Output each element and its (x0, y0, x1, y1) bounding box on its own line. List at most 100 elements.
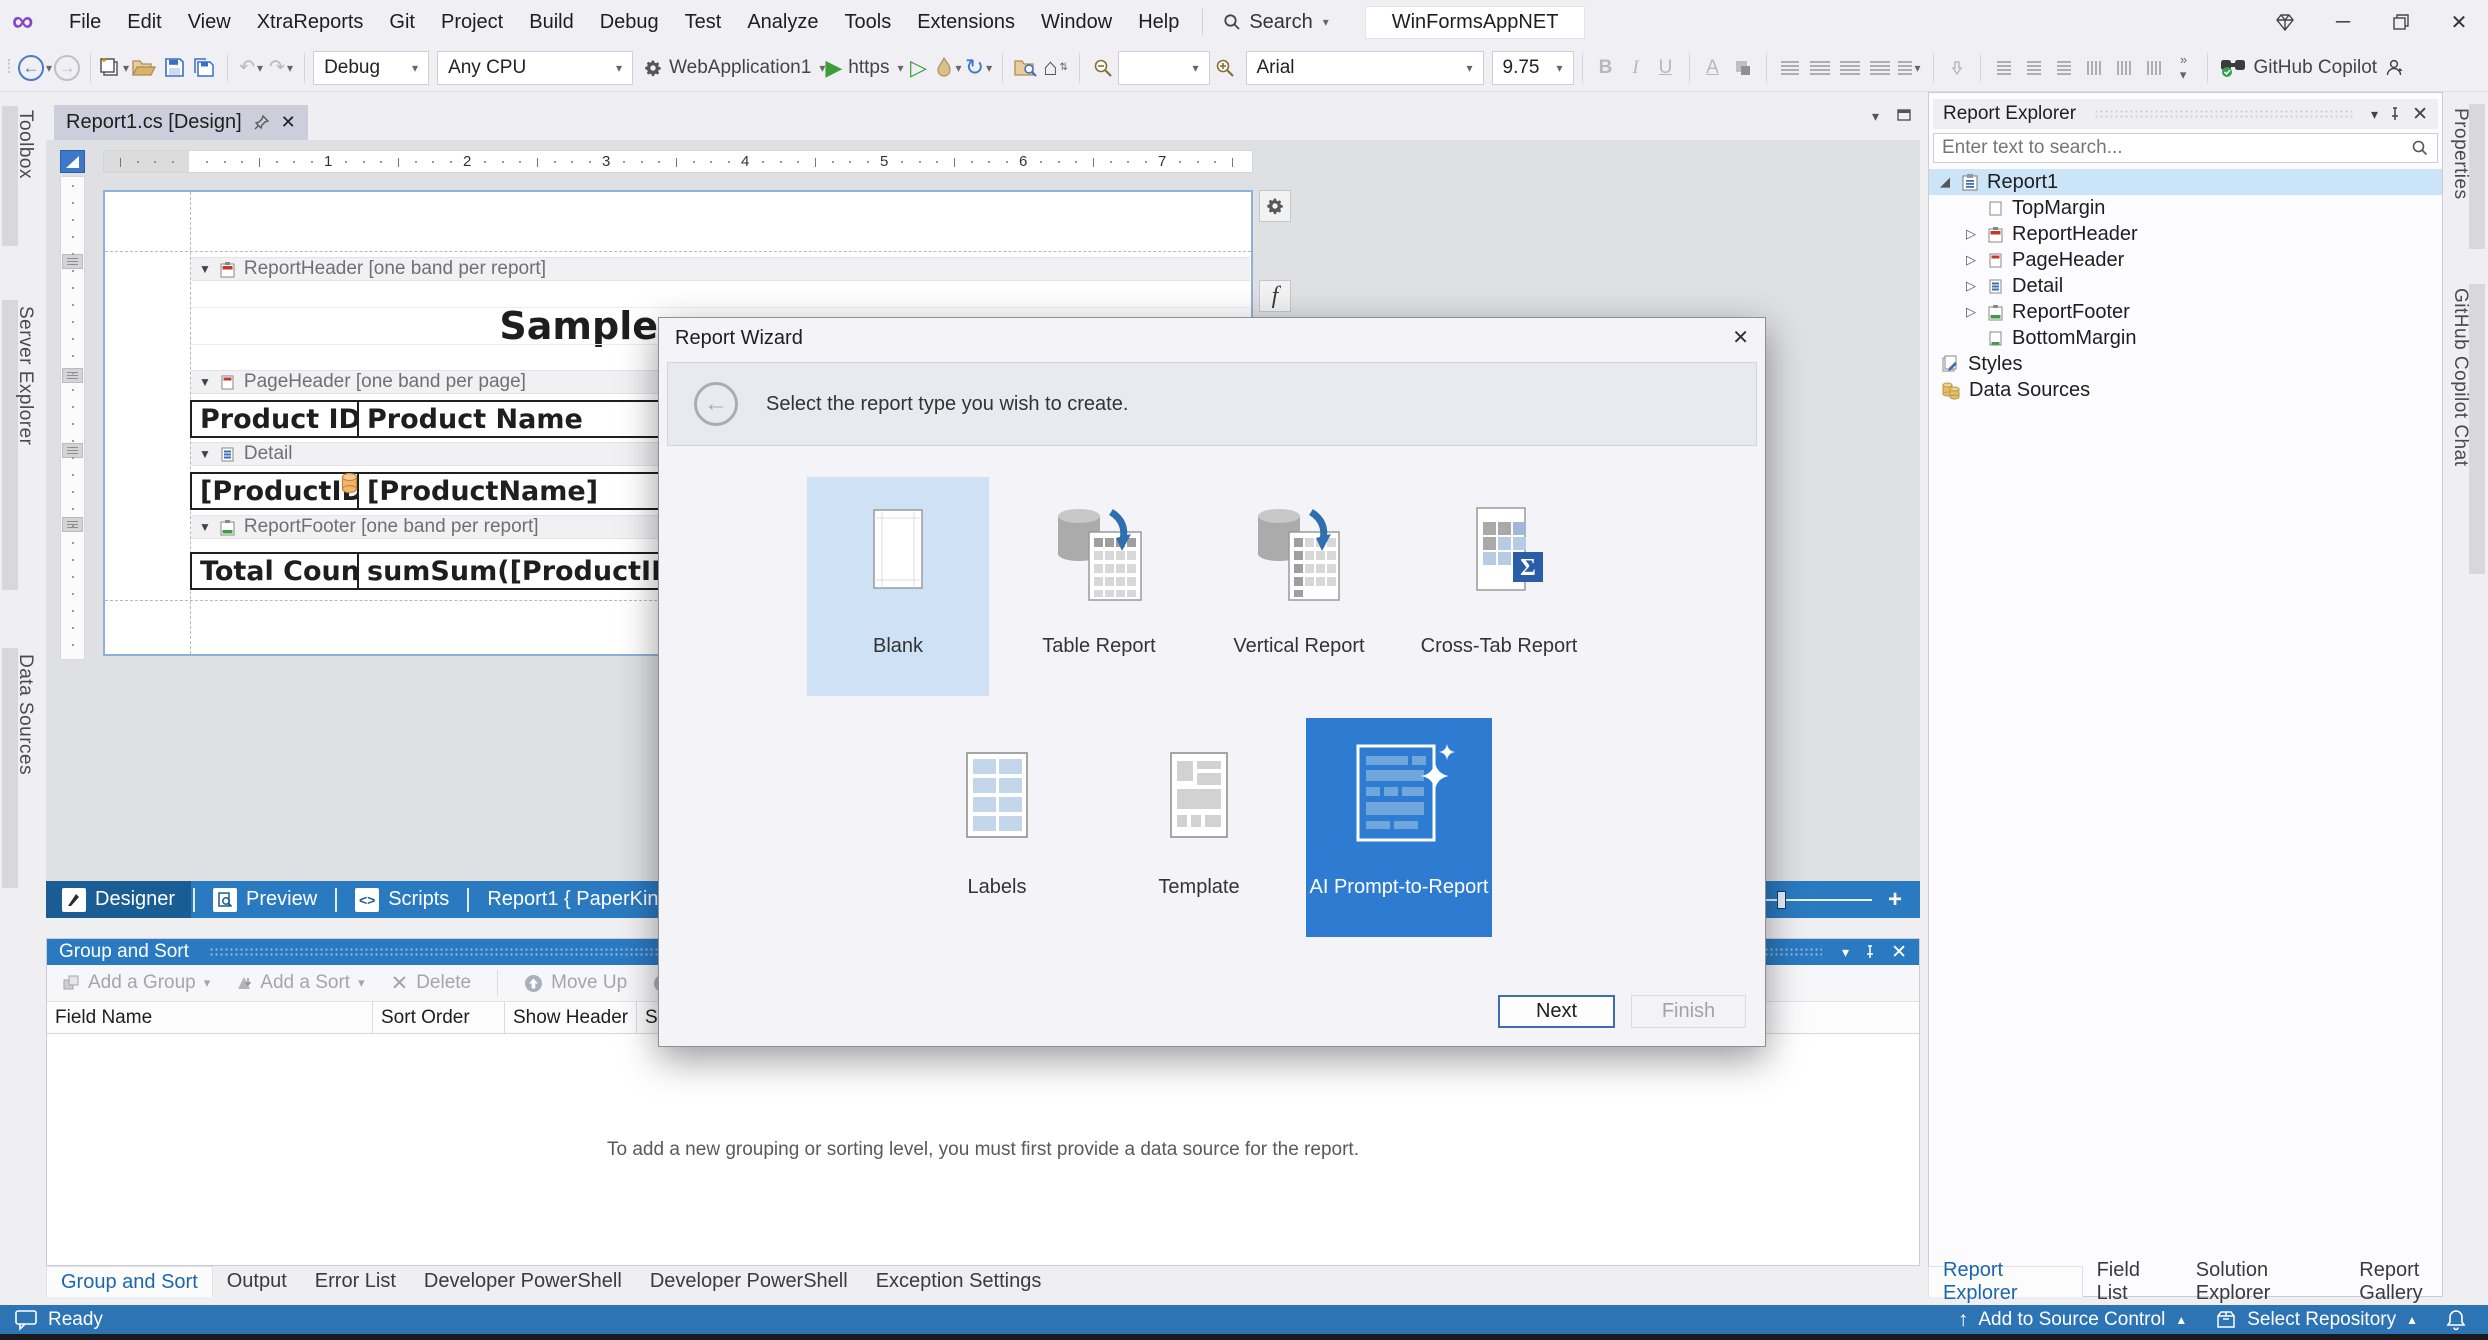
menu-item[interactable]: Git (376, 0, 428, 44)
close-tab-icon[interactable]: ✕ (281, 112, 296, 133)
scripts-formula-button[interactable]: f (1259, 280, 1291, 312)
menu-item[interactable]: Test (672, 0, 735, 44)
band-resize-handle[interactable] (62, 368, 83, 383)
table-cell[interactable]: [ProductID] (190, 472, 359, 510)
search-control[interactable]: Search ▾ (1213, 11, 1338, 34)
expander-icon[interactable]: ◢ (1937, 174, 1953, 190)
line-spacing-button[interactable]: ▾ (1895, 51, 1925, 85)
band-resize-handle[interactable] (62, 443, 83, 458)
add-group-button[interactable]: Add a Group▾ (63, 972, 210, 994)
align-bottoms-button[interactable] (2139, 51, 2169, 85)
bottom-tab-output[interactable]: Output (213, 1266, 301, 1297)
font-size-dropdown[interactable]: 9.75▾ (1492, 51, 1574, 85)
tree-item-bottommargin[interactable]: BottomMargin (1929, 325, 2442, 351)
sidebar-tab-properties[interactable]: Properties (2449, 108, 2471, 200)
close-button[interactable]: ✕ (2430, 0, 2488, 44)
report-type-vertical-report[interactable]: Vertical Report (1208, 477, 1390, 696)
tree-item-data-sources[interactable]: Data Sources (1929, 377, 2442, 403)
tree-item-reportheader[interactable]: ▷ ReportHeader (1929, 221, 2442, 247)
bottom-tab-error-list[interactable]: Error List (301, 1266, 410, 1297)
startup-project-dropdown[interactable]: WebApplication1▾ (643, 51, 825, 85)
align-middles-button[interactable] (2109, 51, 2139, 85)
horizontal-ruler[interactable]: 1234567 (103, 150, 1253, 173)
align-lefts-button[interactable] (1989, 51, 2019, 85)
tab-designer[interactable]: Designer (46, 881, 191, 918)
pin-icon[interactable] (1863, 945, 1877, 959)
align-left-button[interactable] (1775, 51, 1805, 85)
tree-item-pageheader[interactable]: ▷ PageHeader (1929, 247, 2442, 273)
menu-item[interactable]: File (56, 0, 114, 44)
report-type-cross-tab-report[interactable]: Σ Cross-Tab Report (1408, 477, 1590, 696)
tab-scripts[interactable]: <> Scripts (339, 881, 465, 918)
zoom-in-button[interactable]: + (1888, 886, 1902, 914)
menu-item[interactable]: Window (1028, 0, 1125, 44)
collapse-icon[interactable]: ▼ (199, 375, 211, 389)
bold-button[interactable]: B (1591, 51, 1621, 85)
tree-item-report1[interactable]: ◢ Report1 (1929, 169, 2442, 195)
home-button[interactable]: ⌂⇅ (1041, 51, 1071, 85)
float-window-icon[interactable] (1896, 106, 1913, 123)
menu-item[interactable]: Debug (587, 0, 672, 44)
sidebar-tab-github-copilot-chat[interactable]: GitHub Copilot Chat (2449, 288, 2471, 466)
document-tab[interactable]: Report1.cs [Design] ✕ (54, 105, 308, 140)
table-cell[interactable]: Product ID (190, 400, 359, 438)
menu-item[interactable]: Help (1125, 0, 1192, 44)
back-button[interactable]: ← (694, 382, 738, 426)
bottom-tab-developer-powershell-2[interactable]: Developer PowerShell (636, 1266, 862, 1297)
pin-layout-button[interactable] (1942, 51, 1972, 85)
menu-item[interactable]: Analyze (734, 0, 831, 44)
explorer-search-box[interactable] (1933, 133, 2438, 163)
align-tops-button[interactable] (2079, 51, 2109, 85)
expander-icon[interactable]: ▷ (1963, 304, 1979, 320)
table-cell[interactable]: Total Count: (190, 552, 359, 590)
bottom-tab-developer-powershell-1[interactable]: Developer PowerShell (410, 1266, 636, 1297)
field-binding-icon[interactable] (341, 473, 358, 494)
bottom-tab-report-gallery[interactable]: Report Gallery (2345, 1266, 2488, 1297)
save-all-button[interactable] (189, 51, 219, 85)
tab-list-dropdown-icon[interactable]: ▾ (1872, 108, 1879, 125)
expander-icon[interactable]: ▷ (1963, 252, 1979, 268)
expander-icon[interactable]: ▷ (1963, 226, 1979, 242)
menu-item[interactable]: View (175, 0, 244, 44)
menu-item[interactable]: Edit (114, 0, 174, 44)
zoom-level-dropdown[interactable]: ▾ (1118, 51, 1210, 85)
search-icon[interactable] (2411, 139, 2429, 157)
align-right-button[interactable] (1835, 51, 1865, 85)
finish-button[interactable]: Finish (1631, 995, 1746, 1028)
bottom-tab-report-explorer[interactable]: Report Explorer (1928, 1266, 2083, 1297)
search-input[interactable] (1934, 137, 2411, 159)
open-file-button[interactable] (129, 51, 159, 85)
dialog-close-button[interactable]: ✕ (1732, 325, 1749, 350)
column-header[interactable]: Show Header (505, 1002, 637, 1033)
bottom-tab-solution-explorer[interactable]: Solution Explorer (2182, 1266, 2346, 1297)
hot-reload-button[interactable]: ▾ (934, 51, 964, 85)
bottom-tab-group-and-sort[interactable]: Group and Sort (46, 1266, 213, 1297)
expander-icon[interactable]: ▷ (1963, 278, 1979, 294)
add-to-source-control-button[interactable]: ↑ Add to Source Control ▲ (1944, 1308, 2201, 1332)
align-justify-button[interactable] (1865, 51, 1895, 85)
band-resize-handle[interactable] (62, 254, 83, 269)
column-header[interactable]: Sort Order (373, 1002, 505, 1033)
tab-preview[interactable]: Preview (197, 881, 333, 918)
add-sort-button[interactable]: Add a Sort▾ (236, 972, 364, 994)
solution-configuration-dropdown[interactable]: Debug▾ (313, 51, 429, 85)
pin-icon[interactable] (2388, 107, 2402, 121)
align-rights-button[interactable] (2049, 51, 2079, 85)
window-position-dropdown-icon[interactable]: ▾ (2371, 106, 2378, 123)
menu-item[interactable]: XtraReports (244, 0, 377, 44)
start-debugging-button[interactable]: ▶https▾ (825, 51, 903, 85)
move-up-button[interactable]: Move Up (524, 972, 627, 994)
tree-item-topmargin[interactable]: TopMargin (1929, 195, 2442, 221)
tree-item-reportfooter[interactable]: ▷ ReportFooter (1929, 299, 2442, 325)
tree-item-detail[interactable]: ▷ Detail (1929, 273, 2442, 299)
toolbar-overflow-button[interactable]: »▾ (2169, 51, 2199, 85)
sidebar-tab-toolbox[interactable]: Toolbox (14, 110, 36, 179)
report-type-template[interactable]: Template (1108, 718, 1290, 937)
restart-button[interactable]: ↻▾ (964, 51, 994, 85)
notifications-button[interactable] (2432, 1309, 2488, 1331)
start-without-debugging-button[interactable]: ▷ (904, 51, 934, 85)
delete-button[interactable]: ✕Delete (391, 971, 472, 996)
find-in-files-button[interactable] (1011, 51, 1041, 85)
align-center-button[interactable] (1805, 51, 1835, 85)
pin-icon[interactable] (254, 115, 269, 130)
